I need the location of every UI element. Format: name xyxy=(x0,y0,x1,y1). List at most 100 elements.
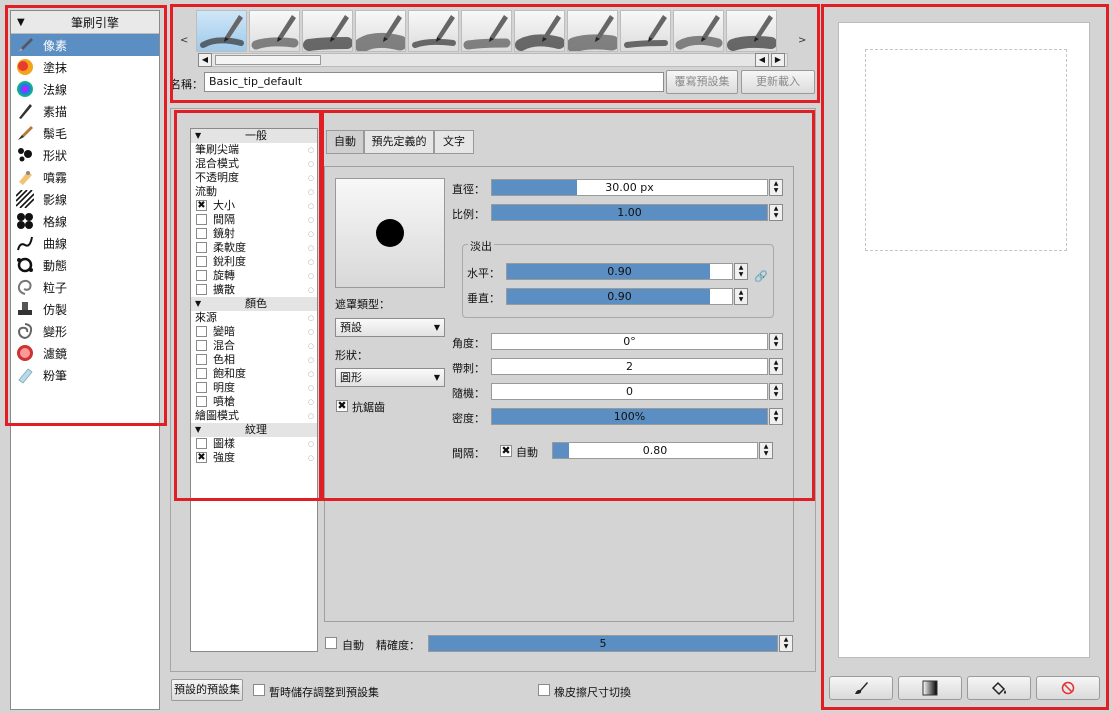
brush-preset-thumbnail[interactable] xyxy=(408,10,459,52)
mask-type-select[interactable]: 預設 ▼ xyxy=(335,318,445,337)
spin-down-icon[interactable]: ▼ xyxy=(770,341,782,348)
engine-item[interactable]: 變形 xyxy=(11,320,159,342)
eraser-toggle-checkbox[interactable] xyxy=(538,684,550,696)
options-item[interactable]: 間隔 ○ xyxy=(191,213,317,227)
brush-tool-button[interactable] xyxy=(829,676,893,700)
engine-item[interactable]: 曲線 xyxy=(11,232,159,254)
option-checkbox[interactable] xyxy=(196,242,207,253)
scrollbar-thumb[interactable] xyxy=(215,55,321,65)
spikes-slider[interactable]: 2 xyxy=(491,358,768,375)
options-item[interactable]: 混合模式 ○ xyxy=(191,157,317,171)
spin-down-icon[interactable]: ▼ xyxy=(770,366,782,373)
spin-down-icon[interactable]: ▼ xyxy=(735,296,747,303)
brush-preset-thumbnail[interactable] xyxy=(673,10,724,52)
preset-scroll-right-icon[interactable]: > xyxy=(798,35,806,46)
option-checkbox[interactable] xyxy=(196,326,207,337)
brush-preset-thumbnail[interactable] xyxy=(196,10,247,52)
gradient-tool-button[interactable] xyxy=(898,676,962,700)
brush-preset-thumbnail[interactable] xyxy=(726,10,777,52)
brush-preset-thumbnail[interactable] xyxy=(514,10,565,52)
options-item[interactable]: 來源 ○ xyxy=(191,311,317,325)
option-checkbox[interactable]: ✖ xyxy=(196,452,207,463)
option-checkbox[interactable] xyxy=(196,368,207,379)
fill-tool-button[interactable] xyxy=(967,676,1031,700)
tab-auto[interactable]: 自動 xyxy=(326,130,364,154)
engine-item[interactable]: 濾鏡 xyxy=(11,342,159,364)
option-checkbox[interactable]: ✖ xyxy=(196,200,207,211)
options-item[interactable]: ✖ 強度 ○ xyxy=(191,451,317,465)
options-item[interactable]: 筆刷尖端 ○ xyxy=(191,143,317,157)
spin-down-icon[interactable]: ▼ xyxy=(770,212,782,219)
spin-down-icon[interactable]: ▼ xyxy=(770,391,782,398)
option-checkbox[interactable] xyxy=(196,396,207,407)
angle-slider[interactable]: 0° xyxy=(491,333,768,350)
engine-item[interactable]: 噴霧 xyxy=(11,166,159,188)
option-checkbox[interactable] xyxy=(196,228,207,239)
preset-scrollbar[interactable]: ◀ ◀ ▶ xyxy=(198,53,788,67)
spin-up-icon[interactable]: ▲ xyxy=(735,289,747,296)
engine-item[interactable]: 粉筆 xyxy=(11,364,159,386)
brush-engine-header[interactable]: ▼ 筆刷引擎 xyxy=(11,11,159,34)
spin-down-icon[interactable]: ▼ xyxy=(770,187,782,194)
options-item[interactable]: 明度 ○ xyxy=(191,381,317,395)
brush-preset-thumbnail[interactable] xyxy=(461,10,512,52)
spin-down-icon[interactable]: ▼ xyxy=(770,416,782,423)
horizontal-spinbox-arrows[interactable]: ▲ ▼ xyxy=(734,263,748,280)
random-slider[interactable]: 0 xyxy=(491,383,768,400)
spin-up-icon[interactable]: ▲ xyxy=(760,443,772,450)
spin-up-icon[interactable]: ▲ xyxy=(770,359,782,366)
options-item[interactable]: 色相 ○ xyxy=(191,353,317,367)
random-spinbox-arrows[interactable]: ▲ ▼ xyxy=(769,383,783,400)
horizontal-slider[interactable]: 0.90 xyxy=(506,263,733,280)
options-item[interactable]: 鏡射 ○ xyxy=(191,227,317,241)
precision-slider[interactable]: 5 xyxy=(428,635,778,652)
engine-item[interactable]: 仿製 xyxy=(11,298,159,320)
spin-up-icon[interactable]: ▲ xyxy=(770,180,782,187)
option-checkbox[interactable] xyxy=(196,214,207,225)
vertical-slider[interactable]: 0.90 xyxy=(506,288,733,305)
options-item[interactable]: 飽和度 ○ xyxy=(191,367,317,381)
option-checkbox[interactable] xyxy=(196,438,207,449)
options-item[interactable]: 混合 ○ xyxy=(191,339,317,353)
options-item[interactable]: 銳利度 ○ xyxy=(191,255,317,269)
diameter-slider[interactable]: 30.00 px xyxy=(491,179,768,196)
engine-item[interactable]: 法線 xyxy=(11,78,159,100)
scroll-left-button[interactable]: ◀ xyxy=(198,53,212,67)
spikes-spinbox-arrows[interactable]: ▲ ▼ xyxy=(769,358,783,375)
scratchpad-canvas[interactable] xyxy=(838,22,1090,658)
antialias-checkbox[interactable]: ✖ xyxy=(336,400,348,412)
scroll-right-button[interactable]: ▶ xyxy=(771,53,785,67)
engine-item[interactable]: 像素 xyxy=(11,34,159,56)
preset-scroll-left-icon[interactable]: < xyxy=(180,35,188,46)
reload-button[interactable]: 更新載入 xyxy=(741,70,815,94)
brush-preset-thumbnail[interactable] xyxy=(567,10,618,52)
density-slider[interactable]: 100% xyxy=(491,408,768,425)
options-item[interactable]: 不透明度 ○ xyxy=(191,171,317,185)
clear-button[interactable] xyxy=(1036,676,1100,700)
brush-preset-thumbnail[interactable] xyxy=(355,10,406,52)
spacing-slider[interactable]: 0.80 xyxy=(552,442,758,459)
temp-save-checkbox[interactable] xyxy=(253,684,265,696)
precision-spinbox-arrows[interactable]: ▲ ▼ xyxy=(779,635,793,652)
precision-auto-checkbox[interactable] xyxy=(325,637,337,649)
default-preset-button[interactable]: 預設的預設集 xyxy=(171,679,243,701)
options-item[interactable]: 擴散 ○ xyxy=(191,283,317,297)
brush-preset-thumbnail[interactable] xyxy=(620,10,671,52)
engine-item[interactable]: 素描 xyxy=(11,100,159,122)
option-checkbox[interactable] xyxy=(196,284,207,295)
shape-select[interactable]: 圓形 ▼ xyxy=(335,368,445,387)
option-checkbox[interactable] xyxy=(196,256,207,267)
option-checkbox[interactable] xyxy=(196,270,207,281)
spin-up-icon[interactable]: ▲ xyxy=(770,384,782,391)
diameter-spinbox-arrows[interactable]: ▲ ▼ xyxy=(769,179,783,196)
angle-spinbox-arrows[interactable]: ▲ ▼ xyxy=(769,333,783,350)
options-item[interactable]: 繪圖模式 ○ xyxy=(191,409,317,423)
collapse-triangle-icon[interactable]: ▼ xyxy=(17,17,31,28)
ratio-spinbox-arrows[interactable]: ▲ ▼ xyxy=(769,204,783,221)
engine-item[interactable]: 影線 xyxy=(11,188,159,210)
density-spinbox-arrows[interactable]: ▲ ▼ xyxy=(769,408,783,425)
spacing-auto-checkbox[interactable]: ✖ xyxy=(500,445,512,457)
options-section-header[interactable]: ▼ 一般 xyxy=(191,129,317,143)
engine-item[interactable]: 粒子 xyxy=(11,276,159,298)
overwrite-preset-button[interactable]: 覆寫預設集 xyxy=(666,70,738,94)
